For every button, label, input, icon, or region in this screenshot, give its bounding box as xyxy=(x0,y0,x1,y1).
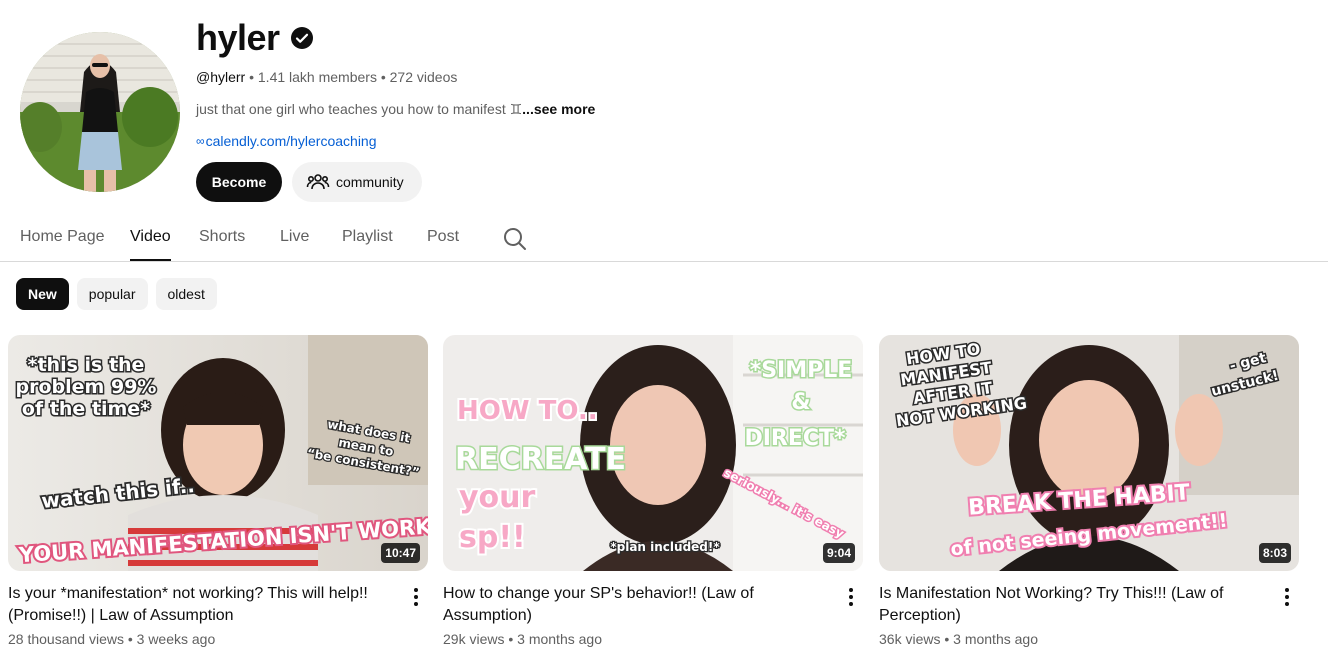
video-title[interactable]: How to change your SP's behavior!! (Law … xyxy=(443,583,823,627)
channel-tabs: Home Page Video Shorts Live Playlist Pos… xyxy=(0,216,1328,262)
overlay-text: & xyxy=(791,390,810,415)
search-icon[interactable] xyxy=(502,226,528,252)
description-text: just that one girl who teaches you how t… xyxy=(196,101,523,117)
link-icon: ∞ xyxy=(196,134,205,148)
tab-playlist[interactable]: Playlist xyxy=(342,216,393,260)
channel-meta: @hylerr • 1.41 lakh members • 272 videos xyxy=(196,68,1096,86)
more-options-icon[interactable] xyxy=(1275,585,1299,609)
verified-check-icon xyxy=(290,26,314,50)
more-options-icon[interactable] xyxy=(404,585,428,609)
overlay-text: sp!! xyxy=(459,520,526,555)
channel-link-text[interactable]: calendly.com/hylercoaching xyxy=(206,132,377,150)
video-title[interactable]: Is your *manifestation* not working? Thi… xyxy=(8,583,388,627)
video-meta: 28 thousand views • 3 weeks ago xyxy=(8,631,216,647)
community-icon xyxy=(306,174,330,190)
overlay-text: RECREATE xyxy=(455,442,626,477)
channel-name: hyler xyxy=(196,17,280,58)
overlay-text: problem 99% xyxy=(16,376,157,398)
video-card[interactable]: HOW TO.. RECREATE your sp!! *SIMPLE & DI… xyxy=(443,335,863,649)
chip-popular[interactable]: popular xyxy=(76,278,148,310)
video-meta: 36k views • 3 months ago xyxy=(879,631,1038,647)
tab-post[interactable]: Post xyxy=(427,216,459,260)
overlay-text: of the time* xyxy=(22,398,150,420)
video-duration: 8:03 xyxy=(1258,543,1291,563)
overlay-text: your xyxy=(459,480,536,515)
overlay-text: HOW TO.. xyxy=(457,396,598,426)
community-button[interactable]: community xyxy=(292,162,422,202)
sort-chips: New popular oldest xyxy=(16,278,217,310)
video-card[interactable]: HOW TO MANIFEST AFTER IT NOT WORKING - g… xyxy=(879,335,1299,649)
tab-video[interactable]: Video xyxy=(130,216,171,261)
overlay-text: *plan included!* xyxy=(610,540,720,554)
video-thumbnail[interactable]: HOW TO MANIFEST AFTER IT NOT WORKING - g… xyxy=(879,335,1299,571)
channel-description[interactable]: just that one girl who teaches you how t… xyxy=(196,100,1096,118)
more-options-icon[interactable] xyxy=(839,585,863,609)
tab-shorts[interactable]: Shorts xyxy=(199,216,245,260)
channel-stats: • 1.41 lakh members • 272 videos xyxy=(245,69,458,85)
channel-link[interactable]: ∞ calendly.com/hylercoaching xyxy=(196,132,1096,150)
video-meta: 29k views • 3 months ago xyxy=(443,631,602,647)
video-title[interactable]: Is Manifestation Not Working? Try This!!… xyxy=(879,583,1259,627)
channel-avatar[interactable] xyxy=(20,32,180,192)
become-button[interactable]: Become xyxy=(196,162,282,202)
video-duration: 9:04 xyxy=(822,543,855,563)
video-duration: 10:47 xyxy=(381,543,420,563)
overlay-text: *this is the xyxy=(28,354,145,376)
video-thumbnail[interactable]: *this is the problem 99% of the time* wh… xyxy=(8,335,428,571)
video-thumbnail[interactable]: HOW TO.. RECREATE your sp!! *SIMPLE & DI… xyxy=(443,335,863,571)
tab-live[interactable]: Live xyxy=(280,216,309,260)
chip-new[interactable]: New xyxy=(16,278,69,310)
see-more-link[interactable]: ...see more xyxy=(522,101,595,117)
community-label: community xyxy=(336,174,404,190)
tab-home-page[interactable]: Home Page xyxy=(20,216,105,260)
channel-handle: @hylerr xyxy=(196,69,246,85)
channel-info: hyler @hylerr • 1.41 lakh members • 272 … xyxy=(196,18,1096,150)
overlay-text: DIRECT* xyxy=(744,426,846,451)
video-card[interactable]: *this is the problem 99% of the time* wh… xyxy=(8,335,428,649)
overlay-text: *SIMPLE xyxy=(750,358,853,383)
channel-actions: Become community xyxy=(196,162,422,202)
chip-oldest[interactable]: oldest xyxy=(155,278,217,310)
